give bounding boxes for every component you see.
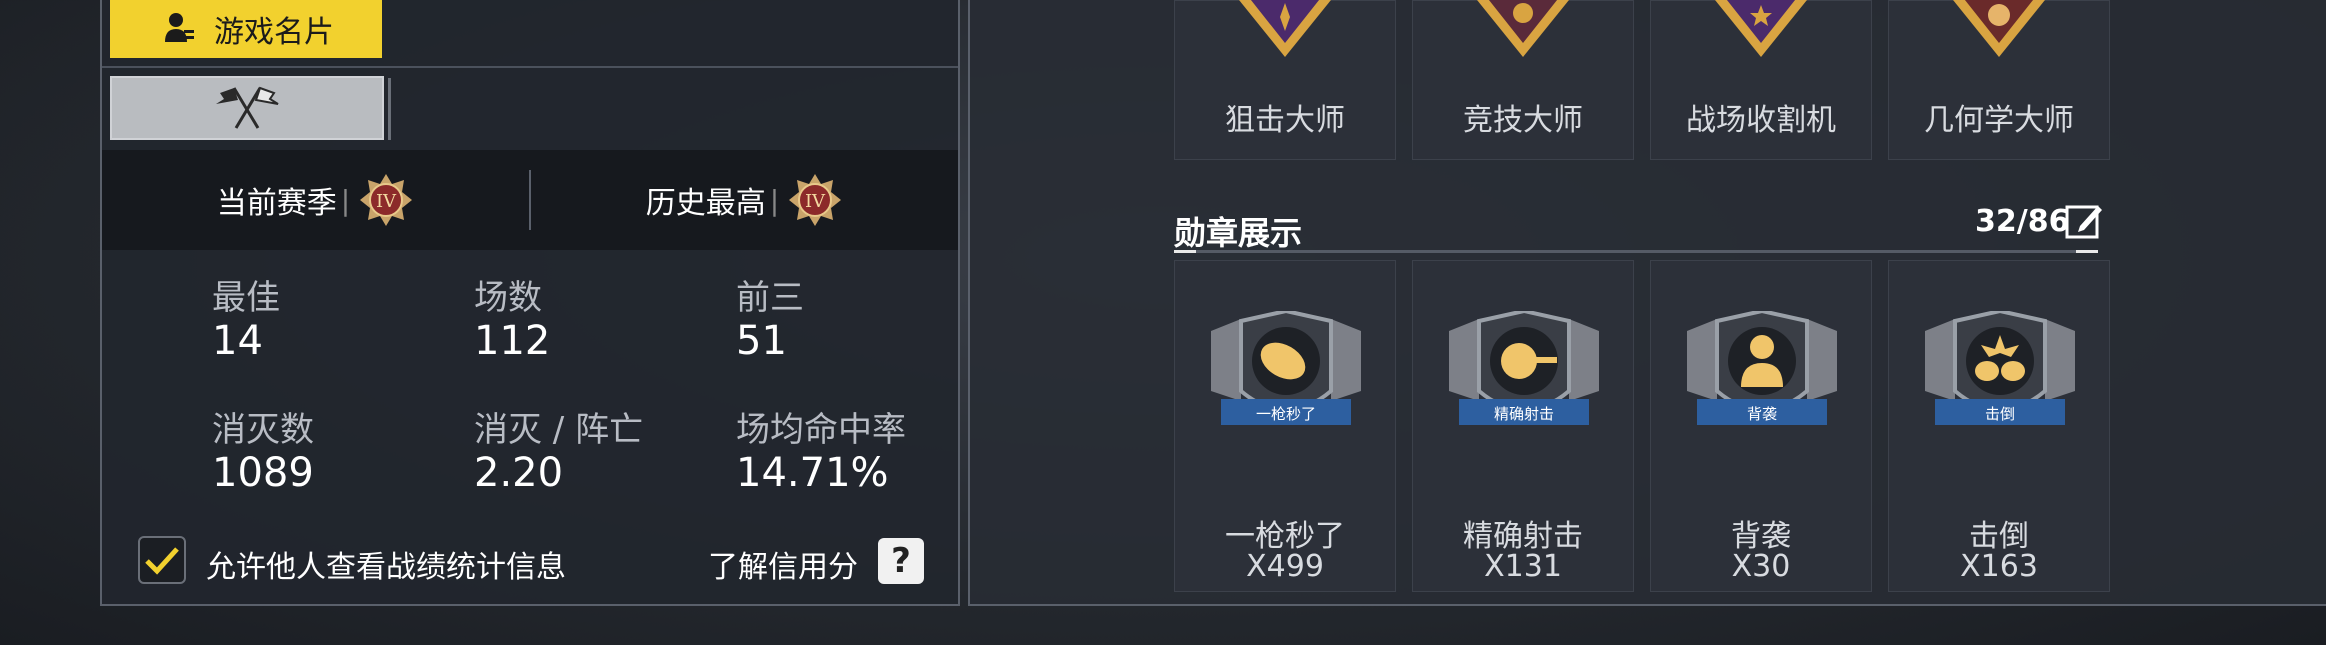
medal-ribbon-label: 击倒 xyxy=(1984,405,2015,423)
tab-battle-flags[interactable] xyxy=(110,76,384,140)
current-season-rank: 当前赛季 | IV xyxy=(102,172,529,228)
title-card[interactable]: 狙击大师 xyxy=(1174,0,1396,160)
medal-count: X131 xyxy=(1484,549,1562,584)
edit-icon[interactable] xyxy=(2064,202,2104,242)
rank-badge-icon[interactable]: IV xyxy=(787,172,843,228)
game-card-label: 游戏名片 xyxy=(214,15,334,50)
medal-count: X30 xyxy=(1731,549,1791,584)
svg-text:IV: IV xyxy=(805,191,826,212)
allow-stats-checkbox[interactable] xyxy=(138,536,186,584)
history-best-label: 历史最高 xyxy=(645,186,766,221)
title-badge-icon xyxy=(1953,0,2045,57)
title-card[interactable]: 战场收割机 xyxy=(1650,0,1872,160)
title-card[interactable]: 竞技大师 xyxy=(1412,0,1634,160)
medal-ribbon-label: 一枪秒了 xyxy=(1255,405,1316,423)
rank-bar: 当前赛季 | IV 历史最高 | IV xyxy=(102,150,958,250)
stat-kd: 消灭 / 阵亡 2.20 xyxy=(474,410,644,496)
medal-ribbon-label: 背袭 xyxy=(1746,405,1777,423)
medal-section-title: 勋章展示 xyxy=(1174,214,1303,252)
svg-text:IV: IV xyxy=(376,191,397,212)
rank-badge-icon[interactable]: IV xyxy=(358,172,414,228)
medal-card[interactable]: 一枪秒了 一枪秒了 X499 xyxy=(1174,260,1396,592)
title-card[interactable]: 几何学大师 xyxy=(1888,0,2110,160)
achievement-panel: 狙击大师 竞技大师 战场收割机 几何学大师 勋章展示 32/86 一枪秒了 一枪… xyxy=(968,0,2326,606)
history-best-rank: 历史最高 | IV xyxy=(531,172,958,228)
credit-score-link[interactable]: 了解信用分 xyxy=(708,542,858,586)
check-icon xyxy=(145,547,179,575)
medal-card[interactable]: 精确射击 精确射击 X131 xyxy=(1412,260,1634,592)
stat-accuracy: 场均命中率 14.71% xyxy=(736,410,906,496)
medal-card[interactable]: 击倒 击倒 X163 xyxy=(1888,260,2110,592)
stat-kills: 消灭数 1089 xyxy=(212,410,314,496)
help-icon[interactable]: ? xyxy=(878,538,924,584)
medal-card[interactable]: 背袭 背袭 X30 xyxy=(1650,260,1872,592)
medal-count: X499 xyxy=(1246,549,1324,584)
stat-top3: 前三 51 xyxy=(736,278,804,364)
title-badge-icon xyxy=(1715,0,1807,57)
stat-best: 最佳 14 xyxy=(212,278,280,364)
title-badge-icon xyxy=(1477,0,1569,57)
divider xyxy=(102,66,958,68)
current-season-label: 当前赛季 xyxy=(216,186,337,221)
title-badge-icon xyxy=(1239,0,1331,57)
allow-stats-label[interactable]: 允许他人查看战绩统计信息 xyxy=(206,542,566,586)
crossed-flags-icon xyxy=(216,86,279,129)
tab-separator xyxy=(388,78,391,140)
stat-matches: 场数 112 xyxy=(474,278,551,364)
player-stats-panel: 游戏名片 当前赛季 | IV 历史最高 | IV 最佳 14 场数 112 前三… xyxy=(100,0,960,606)
profile-card-icon xyxy=(165,13,194,42)
medal-progress: 32/86 xyxy=(1975,204,2070,239)
medal-ribbon-label: 精确射击 xyxy=(1493,405,1554,423)
medal-count: X163 xyxy=(1960,549,2038,584)
game-card-button[interactable]: 游戏名片 xyxy=(110,0,382,58)
section-divider xyxy=(1174,250,2098,253)
